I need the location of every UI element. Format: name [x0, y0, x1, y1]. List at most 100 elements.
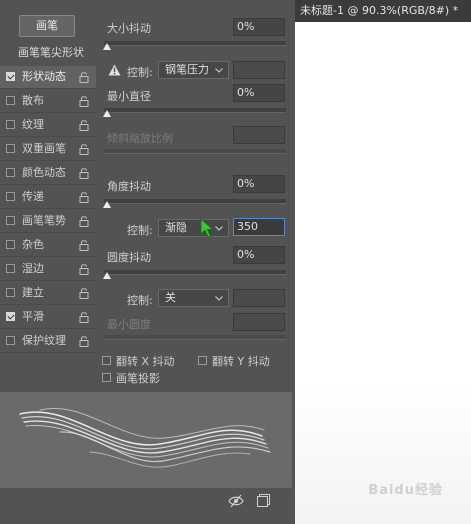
brush-option-item[interactable]: 纹理	[0, 114, 96, 137]
control-label: 控制:	[127, 66, 153, 79]
option-label: 平滑	[22, 310, 44, 323]
brush-option-item[interactable]: 保护纹理	[0, 330, 96, 353]
min-roundness-label: 最小圆度	[107, 318, 151, 331]
chevron-down-icon	[215, 226, 223, 231]
roundness-jitter-label: 圆度抖动	[107, 251, 151, 264]
option-label: 颜色动态	[22, 166, 66, 179]
lock-icon[interactable]	[79, 167, 89, 179]
lock-icon[interactable]	[79, 239, 89, 251]
brush-projection-checkbox[interactable]	[102, 373, 111, 382]
control-value-field[interactable]	[233, 61, 285, 79]
option-label: 形状动态	[22, 70, 66, 83]
option-checkbox[interactable]	[6, 96, 15, 105]
flip-y-label: 翻转 Y 抖动	[212, 355, 270, 368]
option-checkbox[interactable]	[6, 144, 15, 153]
warning-icon	[108, 64, 121, 76]
option-checkbox[interactable]	[6, 264, 15, 273]
angle-jitter-thumb[interactable]	[103, 201, 111, 208]
roundness-jitter-field[interactable]: 0%	[233, 246, 285, 264]
control-select-off[interactable]: 关	[158, 289, 229, 307]
option-checkbox[interactable]	[6, 120, 15, 129]
min-diameter-label: 最小直径	[107, 90, 151, 103]
option-checkbox[interactable]	[6, 240, 15, 249]
option-label: 保护纹理	[22, 334, 66, 347]
min-roundness-field	[233, 313, 285, 331]
lock-icon[interactable]	[79, 143, 89, 155]
control-label: 控制:	[127, 224, 153, 237]
control-value-field[interactable]	[233, 289, 285, 307]
brush-option-item[interactable]: 画笔笔势	[0, 210, 96, 233]
control-select-pen-pressure[interactable]: 钢笔压力	[158, 61, 229, 79]
option-label: 湿边	[22, 262, 44, 275]
brush-option-item[interactable]: 颜色动态	[0, 162, 96, 185]
option-label: 散布	[22, 94, 44, 107]
option-checkbox[interactable]	[6, 72, 15, 81]
brush-option-item[interactable]: 杂色	[0, 234, 96, 257]
control-select-value: 渐隐	[165, 221, 187, 234]
lock-icon[interactable]	[79, 335, 89, 347]
tilt-scale-label: 倾斜缩放比例	[107, 132, 173, 145]
lock-icon[interactable]	[79, 95, 89, 107]
lock-icon[interactable]	[79, 191, 89, 203]
control-select-value: 关	[165, 291, 176, 304]
control-select-fade[interactable]: 渐隐	[158, 219, 229, 237]
brush-option-item[interactable]: 双重画笔	[0, 138, 96, 161]
option-checkbox[interactable]	[6, 192, 15, 201]
option-label: 双重画笔	[22, 142, 66, 155]
lock-icon[interactable]	[79, 71, 89, 83]
size-jitter-slider[interactable]	[103, 41, 286, 50]
min-diameter-slider[interactable]	[103, 108, 286, 117]
flip-x-checkbox[interactable]	[102, 356, 111, 365]
brush-option-item[interactable]: 建立	[0, 282, 96, 305]
chevron-down-icon	[215, 296, 223, 301]
brush-stroke-preview	[0, 392, 292, 488]
brush-stroke-image	[19, 408, 271, 468]
size-jitter-field[interactable]: 0%	[233, 18, 285, 36]
new-brush-icon[interactable]	[257, 494, 270, 507]
tilt-scale-slider	[104, 149, 286, 154]
option-checkbox[interactable]	[6, 312, 15, 321]
fade-steps-input[interactable]: 350	[233, 218, 285, 236]
flip-y-checkbox[interactable]	[198, 356, 207, 365]
option-label: 建立	[22, 286, 44, 299]
roundness-jitter-slider[interactable]	[103, 270, 286, 279]
chevron-down-icon	[215, 68, 223, 73]
brush-option-item[interactable]: 散布	[0, 90, 96, 113]
option-checkbox[interactable]	[6, 288, 15, 297]
document-tab[interactable]: 未标题-1 @ 90.3%(RGB/8#) *	[295, 0, 471, 22]
panel-bottom-bar	[0, 488, 295, 514]
size-jitter-thumb[interactable]	[103, 43, 111, 50]
brush-option-item[interactable]: 形状动态	[0, 66, 96, 89]
angle-jitter-slider[interactable]	[103, 199, 286, 208]
brush-projection-label: 画笔投影	[116, 372, 160, 385]
brush-tip-shape-item[interactable]: 画笔笔尖形状	[18, 44, 84, 60]
lock-icon[interactable]	[79, 215, 89, 227]
min-roundness-slider	[104, 335, 286, 340]
option-label: 杂色	[22, 238, 44, 251]
option-label: 纹理	[22, 118, 44, 131]
min-diameter-field[interactable]: 0%	[233, 84, 285, 102]
angle-jitter-field[interactable]: 0%	[233, 175, 285, 193]
canvas-shade	[295, 384, 471, 524]
min-diameter-thumb[interactable]	[103, 110, 111, 117]
brush-option-item[interactable]: 传递	[0, 186, 96, 209]
control-select-value: 钢笔压力	[165, 63, 209, 76]
control-label: 控制:	[127, 294, 153, 307]
brush-presets-button[interactable]: 画笔	[19, 15, 75, 37]
lock-icon[interactable]	[79, 287, 89, 299]
lock-icon[interactable]	[79, 311, 89, 323]
canvas-area: Baidu经验	[295, 22, 471, 524]
brush-settings-panel: 画笔 画笔笔尖形状 形状动态散布纹理双重画笔颜色动态传递 画笔笔势杂色湿边建立平滑…	[0, 0, 296, 524]
option-checkbox[interactable]	[6, 216, 15, 225]
brush-option-item[interactable]: 平滑	[0, 306, 96, 329]
tilt-scale-field	[233, 126, 285, 144]
lock-icon[interactable]	[79, 263, 89, 275]
mouse-cursor-icon	[200, 218, 214, 238]
angle-jitter-label: 角度抖动	[107, 180, 151, 193]
roundness-jitter-thumb[interactable]	[103, 272, 111, 279]
brush-option-item[interactable]: 湿边	[0, 258, 96, 281]
option-checkbox[interactable]	[6, 168, 15, 177]
eye-toggle-icon[interactable]	[228, 494, 244, 508]
option-checkbox[interactable]	[6, 336, 15, 345]
lock-icon[interactable]	[79, 119, 89, 131]
